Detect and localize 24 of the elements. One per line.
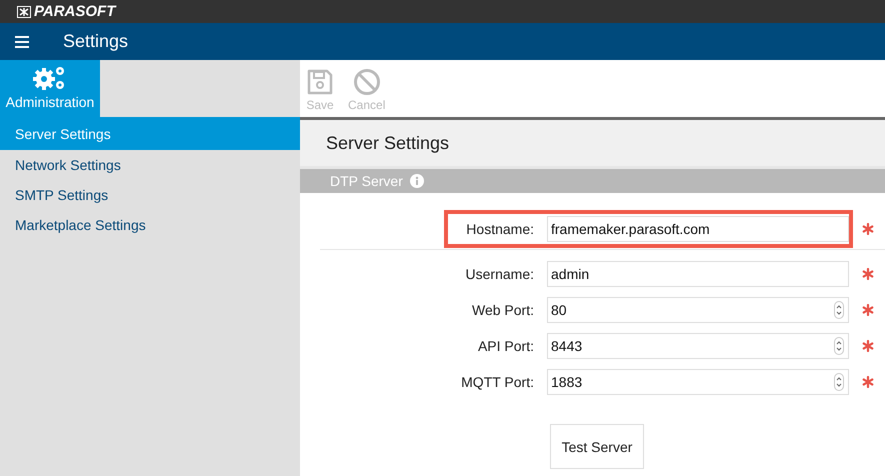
prohibited-icon — [352, 68, 381, 96]
logo-icon — [17, 6, 31, 18]
spinner-icon — [834, 337, 844, 355]
number-field[interactable]: 1883 — [547, 369, 849, 395]
field-label: API Port: — [476, 338, 535, 354]
field-label: Username: — [464, 266, 535, 282]
field-label: MQTT Port: — [460, 374, 535, 390]
number-field[interactable]: 8443 — [547, 333, 849, 359]
sidebar-item[interactable]: Marketplace Settings — [0, 210, 300, 240]
test-server-button[interactable]: Test Server — [550, 424, 644, 469]
menu-icon[interactable] — [15, 36, 29, 48]
section-heading: Server Settings — [326, 132, 450, 154]
page-header-title: Settings — [63, 31, 128, 52]
text-field[interactable]: admin — [547, 261, 849, 287]
sidebar-item[interactable]: Network Settings — [0, 150, 300, 180]
field-label: Hostname: — [465, 221, 535, 237]
field-label: Web Port: — [471, 302, 535, 318]
spinner-icon — [834, 373, 844, 391]
brand-logo: PARASOFT — [34, 3, 116, 20]
number-field[interactable]: 80 — [547, 297, 849, 323]
group-heading: DTP Server — [330, 173, 403, 189]
sidebar-item[interactable]: SMTP Settings — [0, 180, 300, 210]
spinner-icon — [834, 301, 844, 319]
text-field[interactable]: framemaker.parasoft.com — [547, 216, 849, 242]
